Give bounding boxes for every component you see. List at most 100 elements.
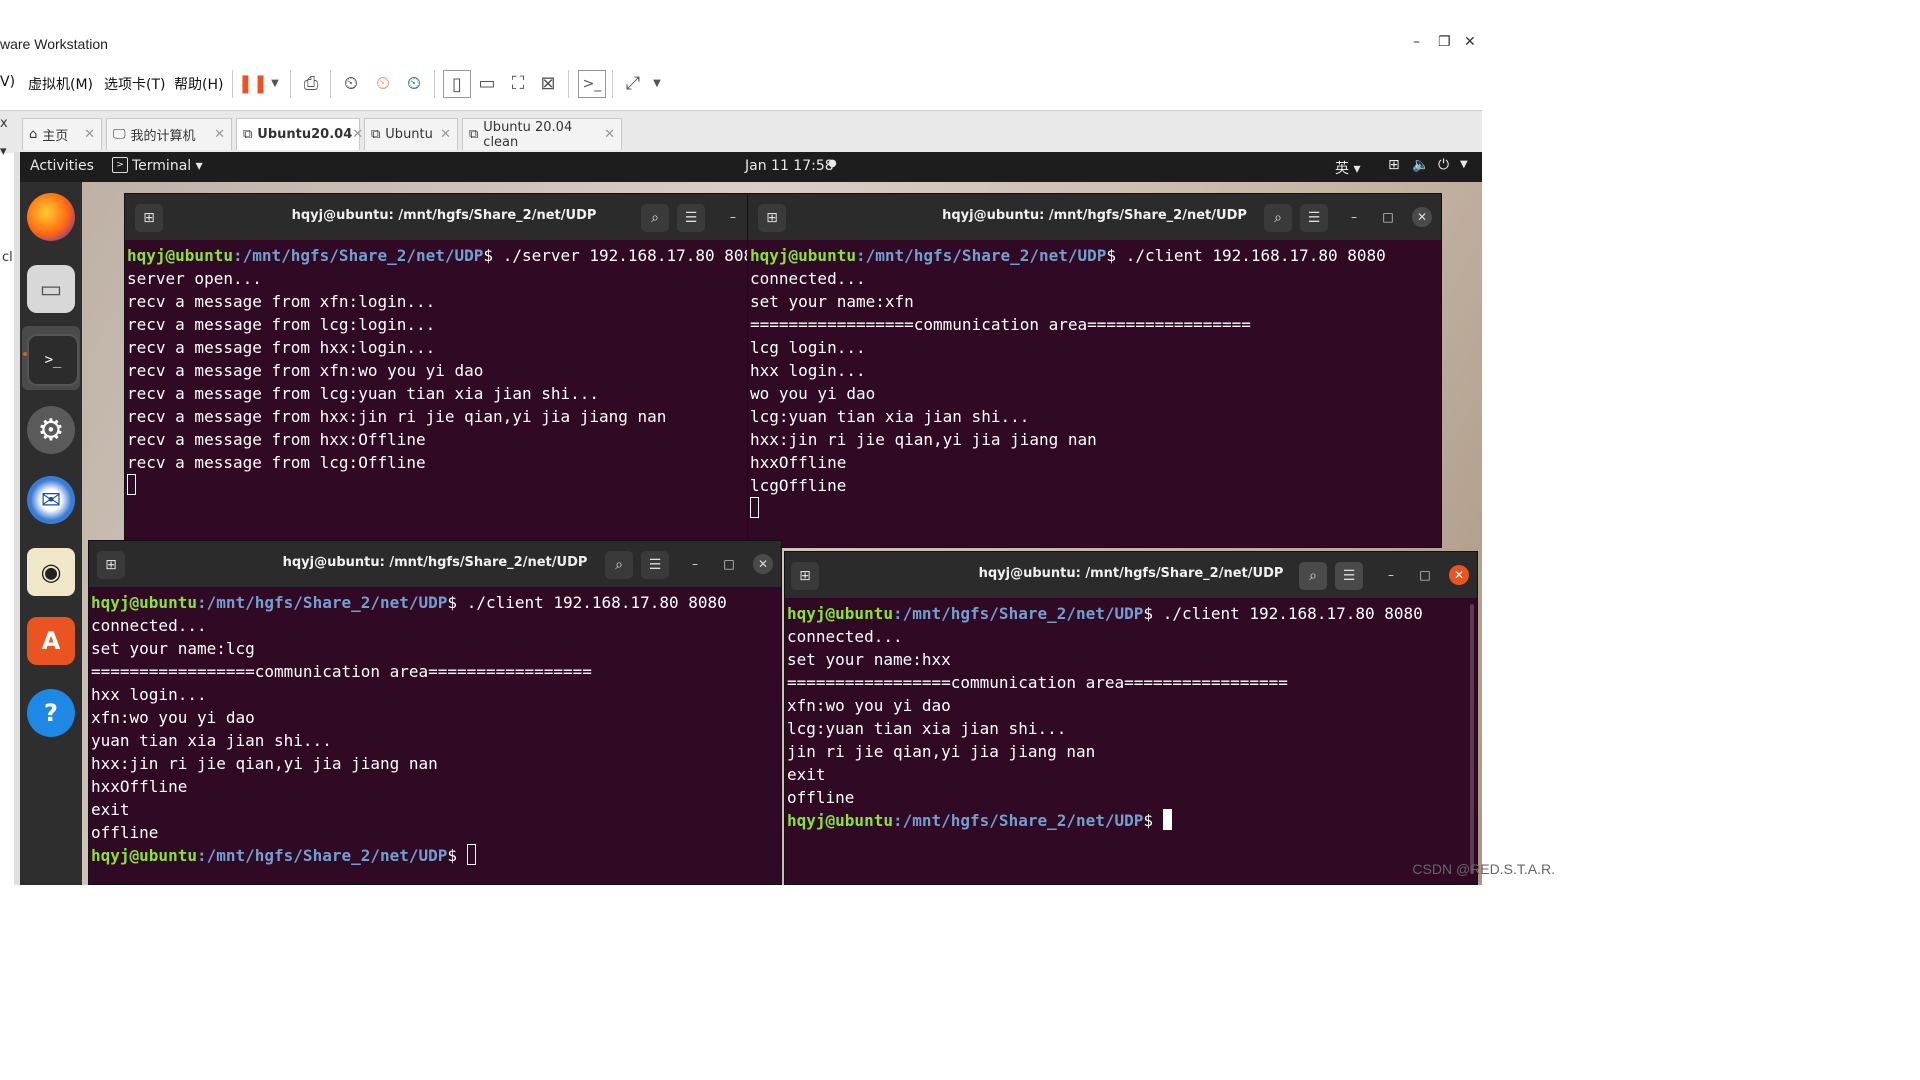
output-line: recv a message from hxx:login... [127,338,436,357]
output-line: set your name:hxx [787,650,951,669]
menu-tabs[interactable]: 选项卡(T) [104,74,165,94]
output-line: connected... [787,627,903,646]
fullscreen-icon[interactable]: ⛶ [505,70,531,96]
rhythmbox-icon[interactable]: ◉ [27,548,75,596]
activities-button[interactable]: Activities [30,158,94,174]
thunderbird-icon[interactable]: ✉ [27,476,75,524]
terminal-header: ⊞ hqyj@ubuntu: /mnt/hgfs/Share_2/net/UDP… [748,194,1441,240]
output-line: =================communication area=====… [750,315,1251,334]
minimize-button[interactable]: – [1413,34,1420,50]
hamburger-menu-icon[interactable]: ☰ [641,551,669,579]
tab-label: Ubuntu [385,127,433,142]
output-line: hxx login... [91,685,207,704]
prompt-symbol: $ [447,846,458,865]
toolbar-divider [568,70,569,98]
output-line: exit [787,765,826,784]
close-icon[interactable]: ✕ [1412,207,1432,227]
volume-icon[interactable]: 🔈 [1412,157,1429,173]
output-line: =================communication area=====… [787,673,1288,692]
search-icon[interactable]: ⌕ [605,551,633,579]
terminal-window-client-xfn[interactable]: ⊞ hqyj@ubuntu: /mnt/hgfs/Share_2/net/UDP… [747,193,1442,548]
output-line: xfn:wo you yi dao [91,708,255,727]
output-line: recv a message from lcg:Offline [127,453,426,472]
clock[interactable]: Jan 11 17:58 [745,158,834,174]
search-icon[interactable]: ⌕ [1264,204,1292,232]
app-menu[interactable]: Terminal ▾ [132,158,203,174]
hamburger-menu-icon[interactable]: ☰ [1300,204,1328,232]
close-icon[interactable]: ✕ [1449,565,1469,585]
revert-snapshot-icon[interactable]: ⏲ [370,70,396,96]
vm-icon: ⧉ [243,127,253,142]
menu-vm[interactable]: 虚拟机(M) [28,74,93,94]
terminal-console-icon[interactable]: >_ [578,70,606,98]
terminal-output[interactable]: hqyj@ubuntu:/mnt/hgfs/Share_2/net/UDP$ .… [785,598,1477,832]
minimize-icon[interactable]: – [685,554,705,574]
minimize-icon[interactable]: – [723,207,743,227]
terminal-header: ⊞ hqyj@ubuntu: /mnt/hgfs/Share_2/net/UDP… [89,541,781,587]
help-icon[interactable]: ? [27,689,75,737]
files-icon[interactable]: ▭ [27,265,75,313]
output-line: recv a message from hxx:jin ri jie qian,… [127,407,667,426]
search-icon[interactable]: ⌕ [641,204,669,232]
maximize-icon[interactable]: □ [1415,565,1435,585]
chevron-down-icon[interactable]: ▼ [1460,159,1468,170]
terminal-window-client-lcg[interactable]: ⊞ hqyj@ubuntu: /mnt/hgfs/Share_2/net/UDP… [88,540,782,885]
terminal-icon[interactable]: >_ [27,334,79,386]
output-line: hxxOffline [91,777,188,796]
firefox-icon[interactable] [27,193,75,241]
chevron-down-icon[interactable]: ▼ [644,70,670,96]
sidebar-view-icon[interactable]: ▯ [443,70,471,98]
software-icon[interactable]: A [27,617,75,665]
terminal-output[interactable]: hqyj@ubuntu:/mnt/hgfs/Share_2/net/UDP$ .… [748,240,1441,520]
close-tab-icon[interactable]: ✕ [352,127,363,142]
tab-ubuntu2004[interactable]: ⧉ Ubuntu20.04 ✕ [236,118,363,150]
power-icon[interactable]: ⏻ [1438,157,1449,173]
menu-view[interactable]: V) [0,74,15,90]
close-button[interactable]: ✕ [1464,34,1476,50]
minimize-icon[interactable]: – [1344,207,1364,227]
output-line: connected... [750,269,866,288]
close-library-icon[interactable]: x [0,116,8,131]
hamburger-menu-icon[interactable]: ☰ [1335,562,1363,590]
terminal-output[interactable]: hqyj@ubuntu:/mnt/hgfs/Share_2/net/UDP$ .… [89,587,781,867]
restore-button[interactable]: ❐ [1438,34,1451,50]
terminal-output[interactable]: hqyj@ubuntu:/mnt/hgfs/Share_2/net/UDP$ .… [125,240,763,497]
prompt-user: hqyj@ubuntu [91,846,197,865]
tab-ubuntu[interactable]: ⧉ Ubuntu ✕ [364,118,458,150]
snapshot-manager-icon[interactable]: ⏲ [401,70,427,96]
settings-icon[interactable]: ⚙ [27,406,75,454]
prompt-user: hqyj@ubuntu [91,593,197,612]
maximize-icon[interactable]: □ [719,554,739,574]
close-tab-icon[interactable]: ✕ [214,127,225,142]
close-tab-icon[interactable]: ✕ [440,127,451,142]
unity-icon[interactable]: ⊠ [535,70,561,96]
input-method-menu[interactable]: 英 ▾ [1335,158,1360,178]
scrollbar[interactable] [1470,604,1474,874]
hamburger-menu-icon[interactable]: ☰ [677,204,705,232]
terminal-window-client-hxx[interactable]: ⊞ hqyj@ubuntu: /mnt/hgfs/Share_2/net/UDP… [784,551,1478,885]
close-icon[interactable]: ✕ [753,554,773,574]
output-line: offline [91,823,159,842]
snapshot-icon[interactable]: ⏲ [338,70,364,96]
search-icon[interactable]: ⌕ [1299,562,1327,590]
library-dropdown-icon[interactable]: ▾ [0,144,7,159]
output-line: recv a message from xfn:wo you yi dao [127,361,484,380]
maximize-icon[interactable]: □ [1378,207,1398,227]
tab-ubuntu-clean[interactable]: ⧉ Ubuntu 20.04 clean ✕ [462,118,622,150]
terminal-window-server[interactable]: ⊞ hqyj@ubuntu: /mnt/hgfs/Share_2/net/UDP… [124,193,764,548]
close-tab-icon[interactable]: ✕ [604,127,615,142]
send-keys-icon[interactable]: ⎙ [298,70,324,96]
prompt-user: hqyj@ubuntu [787,604,893,623]
terminal-title: hqyj@ubuntu: /mnt/hgfs/Share_2/net/UDP [942,208,1247,223]
tab-home[interactable]: ⌂ 主页 ✕ [22,118,102,150]
chevron-down-icon[interactable]: ▼ [262,70,288,96]
network-icon[interactable]: ⊞ [1388,157,1400,173]
tab-my-computer[interactable]: 🖵 我的计算机 ✕ [106,118,232,150]
menu-help[interactable]: 帮助(H) [174,74,223,94]
console-view-icon[interactable]: ▭ [474,70,500,96]
stretch-icon[interactable]: ⤢ [620,70,646,96]
minimize-icon[interactable]: – [1381,565,1401,585]
tab-label: Ubuntu 20.04 clean [483,119,573,150]
close-tab-icon[interactable]: ✕ [84,127,95,142]
prompt-path: :/mnt/hgfs/Share_2/net/UDP [892,604,1144,623]
